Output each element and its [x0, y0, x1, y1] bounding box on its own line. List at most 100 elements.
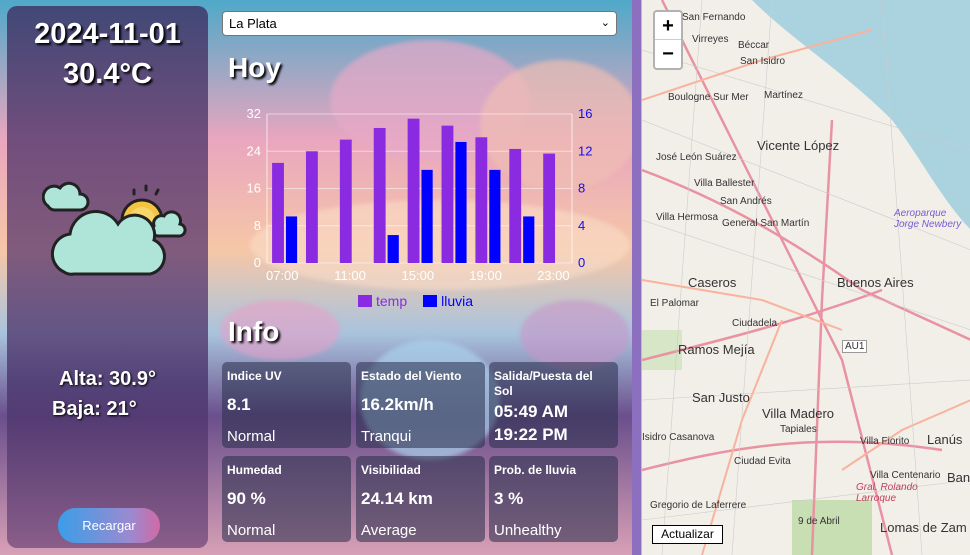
map-place-label: Banfield — [947, 470, 970, 485]
info-card-subtext: Tranqui — [361, 428, 412, 445]
legend-swatch-lluvia — [423, 295, 438, 307]
temp-bar — [509, 148, 522, 263]
current-temperature: 30.4°C — [63, 58, 152, 90]
map-place-label: Virreyes — [692, 34, 729, 45]
lluvia-bar — [285, 216, 298, 263]
info-card-value: 3 % — [494, 489, 524, 508]
y-right-tick-label: 0 — [578, 255, 585, 270]
map-place-label: Villa Centenario — [870, 470, 941, 481]
map-place-label: Buenos Aires — [837, 275, 914, 290]
map-place-label: Villa Fiorito — [860, 436, 910, 447]
info-card: Humedad 90 % Normal — [222, 456, 351, 542]
map-place-label: Tapiales — [780, 424, 817, 435]
map-place-label: Gregorio de Laferrere — [650, 500, 747, 511]
map-place-label: Villa Madero — [762, 406, 835, 421]
info-card-subtext: Normal — [227, 522, 276, 539]
temp-bar — [305, 151, 318, 263]
map-place-label: Villa Ballester — [694, 178, 755, 189]
info-card-subtext: Normal — [227, 428, 276, 445]
reload-button[interactable]: Recargar — [58, 508, 160, 543]
park-area — [792, 500, 872, 555]
info-card: Prob. de lluvia 3 % Unhealthy — [489, 456, 618, 542]
y-right-tick-label: 12 — [578, 143, 592, 158]
x-tick-label: 15:00 — [402, 268, 435, 283]
map-place-label: AU1 — [842, 340, 868, 353]
x-tick-label: 23:00 — [537, 268, 570, 283]
map-place-label: El Palomar — [650, 298, 699, 309]
map-place-label: Gral. Rolando Larroque — [856, 482, 918, 504]
map-place-label: Boulogne Sur Mer — [668, 92, 749, 103]
x-tick-label: 07:00 — [266, 268, 299, 283]
map-place-label: Béccar — [738, 40, 770, 51]
map-place-label: Villa Hermosa — [656, 212, 719, 223]
info-card: Indice UV 8.1 Normal — [222, 362, 351, 448]
map-place-label: Vicente López — [757, 138, 840, 153]
lluvia-bar — [489, 169, 501, 263]
update-map-button[interactable]: Actualizar — [652, 525, 723, 544]
map-place-label: San Justo — [692, 390, 750, 405]
zoom-out-button[interactable]: − — [655, 40, 681, 68]
current-date: 2024-11-01 — [34, 18, 181, 50]
temp-bar — [407, 118, 420, 263]
temp-bar — [272, 162, 284, 263]
map-place-label: General San Martín — [722, 218, 810, 229]
chart-legend: temp lluvia — [358, 293, 473, 309]
map-place-label: San Fernando — [682, 12, 746, 23]
map-place-label: Martínez — [764, 90, 803, 101]
info-card-value: 8.1 — [227, 395, 251, 414]
y-right-tick-label: 4 — [578, 218, 585, 233]
temp-bar — [475, 137, 488, 263]
info-card: Salida/Puesta del Sol 05:49 AM 19:22 PM — [489, 362, 618, 448]
map-place-label: 9 de Abril — [798, 516, 840, 527]
low-temperature: Baja: 21° — [52, 398, 137, 420]
map-place-label: Lanús — [927, 432, 963, 447]
map-place-label: Lomas de Zam — [880, 520, 967, 535]
current-weather-panel: 2024-11-01 30.4°C Alta: 30.9° Baja: 21° — [7, 6, 208, 548]
lluvia-bar — [421, 169, 433, 263]
map-place-label: San Andrés — [720, 196, 772, 207]
map-place-label: Caseros — [688, 275, 737, 290]
info-card: Estado del Viento 16.2km/h Tranqui — [356, 362, 485, 448]
temp-bar — [441, 125, 454, 263]
info-card-subtext: 19:22 PM — [494, 425, 568, 444]
info-card-title: Salida/Puesta del Sol — [494, 369, 593, 398]
lluvia-bar — [455, 141, 467, 263]
city-select-value: La Plata — [229, 16, 277, 31]
map-place-label: Ciudad Evita — [734, 456, 791, 467]
y-left-tick-label: 8 — [254, 218, 261, 233]
temp-bar — [339, 139, 352, 263]
info-card-subtext: Unhealthy — [494, 522, 562, 539]
map-place-label: Isidro Casanova — [642, 432, 715, 443]
info-card-title: Visibilidad — [361, 463, 421, 477]
info-title: Info — [228, 316, 280, 347]
legend-label-temp: temp — [376, 293, 408, 309]
info-card-subtext: Average — [361, 522, 417, 539]
weather-app: 2024-11-01 30.4°C Alta: 30.9° Baja: 21° … — [0, 0, 632, 555]
zoom-in-button[interactable]: + — [655, 12, 681, 40]
info-card-title: Indice UV — [227, 369, 282, 383]
temp-bar — [543, 153, 556, 263]
lluvia-bar — [523, 216, 535, 263]
info-card-value: 24.14 km — [361, 489, 433, 508]
info-card-value: 90 % — [227, 489, 266, 508]
info-card-value: 16.2km/h — [361, 395, 434, 414]
chevron-down-icon: ⌄ — [600, 17, 610, 29]
legend-item-temp[interactable]: temp — [358, 293, 407, 309]
high-temperature: Alta: 30.9° — [59, 368, 156, 390]
y-right-tick-label: 16 — [578, 106, 592, 121]
map-place-label: Ciudadela — [732, 318, 778, 329]
info-card-title: Prob. de lluvia — [494, 463, 577, 477]
legend-item-lluvia[interactable]: lluvia — [423, 293, 473, 309]
y-left-tick-label: 32 — [247, 106, 261, 121]
zoom-control: + − — [653, 10, 683, 70]
today-chart: 0 8 16 24 32 0 4 8 12 16 07:00 11:00 15:00 19:00 23:00 — [247, 106, 593, 283]
lluvia-bar — [387, 235, 399, 263]
x-tick-label: 19:00 — [469, 268, 502, 283]
y-left-tick-label: 16 — [247, 181, 261, 196]
map-panel[interactable]: + − San Fernando Virreyes Béccar San Isidro… — [641, 0, 970, 555]
city-select[interactable]: La Plata ⌄ — [222, 11, 617, 36]
temp-bar — [373, 127, 386, 263]
map-place-label: Ramos Mejía — [678, 342, 755, 357]
y-right-tick-label: 8 — [578, 181, 585, 196]
legend-swatch-temp — [358, 295, 372, 307]
